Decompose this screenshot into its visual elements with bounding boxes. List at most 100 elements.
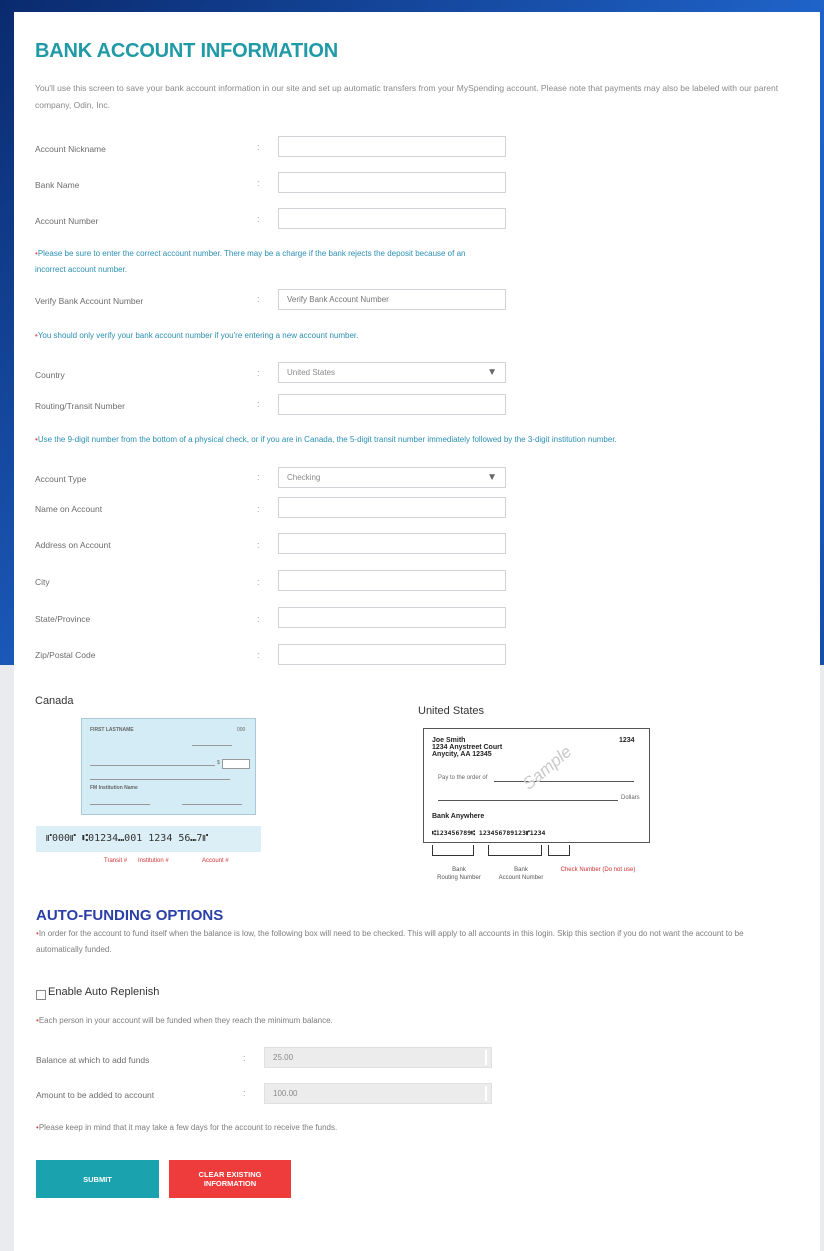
pay-to-text: Pay to the order of xyxy=(438,775,488,781)
dollars-text: Dollars xyxy=(621,795,640,801)
account-caption: Bank Account Number xyxy=(498,867,544,881)
sample-watermark: Sample xyxy=(519,741,576,794)
account-number-label: Account Number xyxy=(35,216,99,226)
submit-button[interactable]: SUBMIT xyxy=(36,1160,159,1198)
routing-label: Routing/Transit Number xyxy=(35,401,125,411)
note-text: incorrect account number. xyxy=(35,265,128,274)
bank-name-label: Bank Name xyxy=(35,180,80,190)
account-bracket xyxy=(488,845,542,856)
colon: : xyxy=(257,142,260,152)
intro-text: You'll use this screen to save your bank… xyxy=(35,83,779,110)
account-type-value: Checking xyxy=(287,473,321,482)
check-line xyxy=(438,800,618,801)
routing-note: •Use the 9-digit number from the bottom … xyxy=(35,432,617,448)
verify-account-input[interactable] xyxy=(278,289,506,310)
balance-label: Balance at which to add funds xyxy=(36,1055,150,1065)
colon: : xyxy=(243,1053,246,1063)
colon: : xyxy=(243,1088,246,1098)
colon: : xyxy=(257,214,260,224)
check-name-text: FIRST LASTNAME xyxy=(90,727,134,733)
balance-input[interactable]: 25.00 xyxy=(264,1047,492,1068)
check-name-line3: Anycity, AA 12345 xyxy=(432,751,492,758)
dropdown-arrow-icon: ▼ xyxy=(487,472,497,483)
bank-name-input[interactable] xyxy=(278,172,506,193)
routing-bracket xyxy=(432,845,474,856)
check-line xyxy=(90,765,215,766)
checknum-bracket xyxy=(548,845,570,856)
colon: : xyxy=(257,178,260,188)
clear-existing-information-button[interactable]: CLEAR EXISTING INFORMATION xyxy=(169,1160,291,1198)
country-label: Country xyxy=(35,370,65,380)
note-text: Please keep in mind that it may take a f… xyxy=(38,1123,338,1132)
city-input[interactable] xyxy=(278,570,506,591)
check-line xyxy=(494,781,634,782)
auto-funding-title: AUTO-FUNDING OPTIONS xyxy=(36,907,224,924)
account-type-select[interactable]: Checking ▼ xyxy=(278,467,506,488)
account-number-note: •Please be sure to enter the correct acc… xyxy=(35,246,465,278)
note-text: Please be sure to enter the correct acco… xyxy=(37,249,466,258)
routing-input[interactable] xyxy=(278,394,506,415)
colon: : xyxy=(257,650,260,660)
colon: : xyxy=(257,540,260,550)
canada-institution-label: Institution # xyxy=(138,858,169,864)
note-text: Use the 9-digit number from the bottom o… xyxy=(37,435,617,444)
name-on-account-input[interactable] xyxy=(278,497,506,518)
state-label: State/Province xyxy=(35,614,91,624)
each-person-note: •Each person in your account will be fun… xyxy=(36,1013,333,1029)
account-number-input[interactable] xyxy=(278,208,506,229)
note-text: In order for the account to fund itself … xyxy=(38,929,744,938)
account-nickname-input[interactable] xyxy=(278,136,506,157)
check-bank-name: Bank Anywhere xyxy=(432,813,485,820)
country-value: United States xyxy=(287,368,336,377)
canada-title: Canada xyxy=(35,695,74,707)
colon: : xyxy=(257,368,260,378)
us-micr-line: ⑆123456789⑆ 123456789123⑈1234 xyxy=(432,829,546,837)
keep-in-mind-note: •Please keep in mind that it may take a … xyxy=(36,1120,337,1136)
auto-funding-desc: •In order for the account to fund itself… xyxy=(36,926,806,958)
note-text: Each person in your account will be fund… xyxy=(38,1016,333,1025)
canada-transit-label: Transit # xyxy=(104,858,128,864)
name-on-account-label: Name on Account xyxy=(35,504,103,514)
verify-note: •You should only verify your bank accoun… xyxy=(35,328,358,344)
us-title: United States xyxy=(418,705,485,717)
page-title: BANK ACCOUNT INFORMATION xyxy=(35,40,338,62)
routing-caption: Bank Routing Number xyxy=(437,867,481,881)
zip-label: Zip/Postal Code xyxy=(35,650,96,660)
colon: : xyxy=(257,614,260,624)
check-dollar-text: $ xyxy=(217,760,220,766)
country-select[interactable]: United States ▼ xyxy=(278,362,506,383)
canada-micr-strip: ⑈000⑈ ⑆01234⑉001 1234 56⑉7⑈ xyxy=(36,826,261,852)
check-line xyxy=(90,804,150,805)
city-label: City xyxy=(35,577,50,587)
check-line xyxy=(182,804,242,805)
verify-account-label: Verify Bank Account Number xyxy=(35,296,144,306)
account-type-label: Account Type xyxy=(35,474,87,484)
state-input[interactable] xyxy=(278,607,506,628)
check-amount-box xyxy=(222,759,250,769)
check-number-caption: Check Number (Do not use) xyxy=(560,867,636,873)
check-line xyxy=(90,779,230,780)
note-text: You should only verify your bank account… xyxy=(37,331,359,340)
canada-account-label: Account # xyxy=(202,858,229,864)
enable-auto-replenish-checkbox[interactable] xyxy=(36,990,46,1000)
zip-input[interactable] xyxy=(278,644,506,665)
colon: : xyxy=(257,399,260,409)
colon: : xyxy=(257,472,260,482)
enable-auto-replenish-label: Enable Auto Replenish xyxy=(48,986,160,998)
colon: : xyxy=(257,504,260,514)
check-line xyxy=(192,745,232,746)
check-institution-text: FM Institution Name xyxy=(90,785,138,791)
address-label: Address on Account xyxy=(35,540,111,550)
colon: : xyxy=(257,577,260,587)
address-input[interactable] xyxy=(278,533,506,554)
note-text: automatically funded. xyxy=(36,945,112,954)
check-number: 1234 xyxy=(619,737,635,744)
canada-check-image: FIRST LASTNAME 000 $ FM Institution Name xyxy=(81,718,256,815)
us-check-image: Joe Smith 1234 Anystreet Court Anycity, … xyxy=(423,728,650,843)
account-nickname-label: Account Nickname xyxy=(35,144,106,154)
colon: : xyxy=(257,294,260,304)
amount-input[interactable]: 100.00 xyxy=(264,1083,492,1104)
check-no-text: 000 xyxy=(237,727,246,733)
dropdown-arrow-icon: ▼ xyxy=(487,367,497,378)
amount-label: Amount to be added to account xyxy=(36,1090,155,1100)
